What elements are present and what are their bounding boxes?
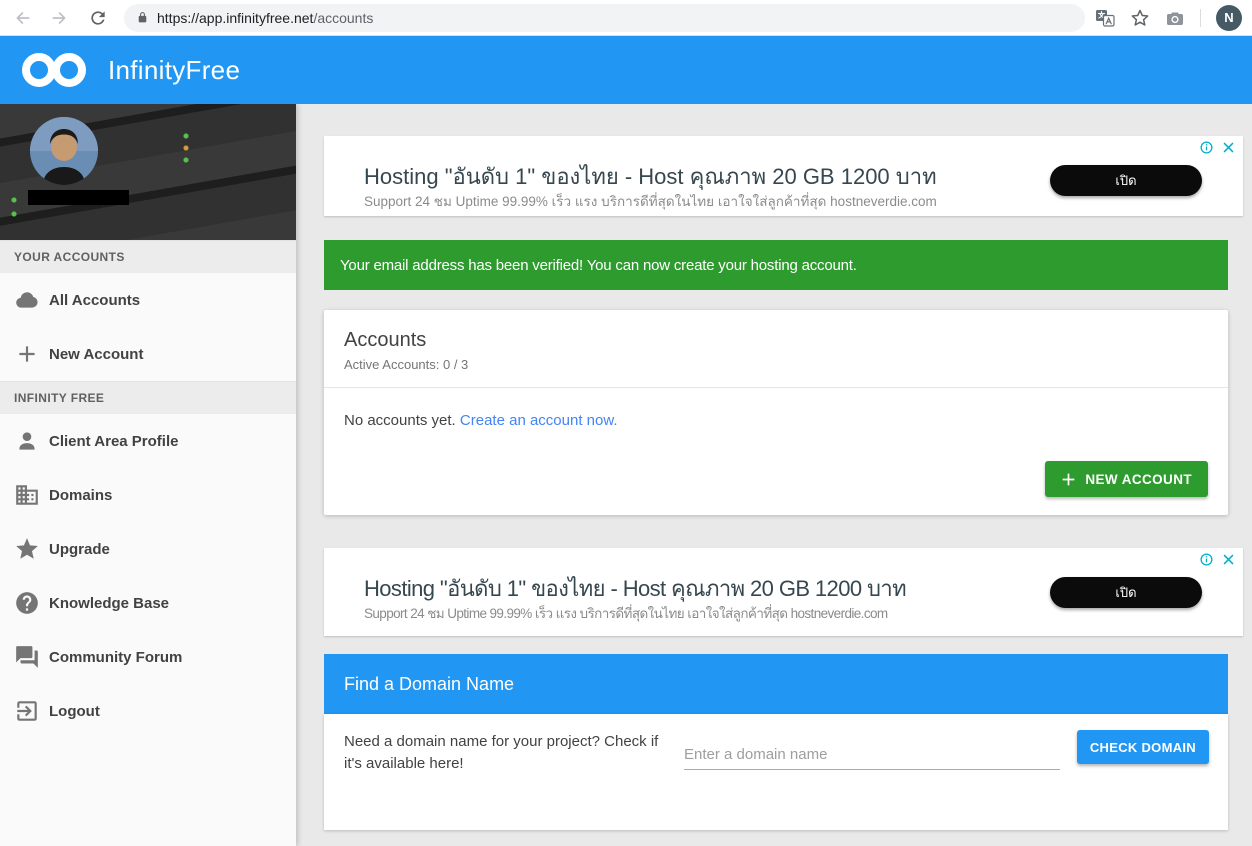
main-content: Hosting "อันดับ 1" ของไทย - Host คุณภาพ … xyxy=(296,104,1252,846)
lock-icon xyxy=(136,10,149,25)
ad-description[interactable]: Support 24 ชม Uptime 99.99% เร็ว แรง บริ… xyxy=(364,190,937,212)
sidebar-item-domains[interactable]: Domains xyxy=(0,468,296,522)
ad-description[interactable]: Support 24 ชม Uptime 99.99% เร็ว แรง บริ… xyxy=(364,602,888,624)
app-header: InfinityFree xyxy=(0,36,1252,104)
plus-icon xyxy=(1061,472,1076,487)
new-account-button[interactable]: NEW ACCOUNT xyxy=(1045,461,1208,497)
card-divider xyxy=(324,387,1228,388)
sidebar-section-your-accounts: YOUR ACCOUNTS xyxy=(0,240,296,273)
browser-profile-avatar[interactable]: N xyxy=(1216,5,1242,31)
brand-name[interactable]: InfinityFree xyxy=(108,55,240,86)
new-account-button-label: NEW ACCOUNT xyxy=(1085,472,1192,487)
find-domain-card: Need a domain name for your project? Che… xyxy=(324,714,1228,830)
forward-icon[interactable] xyxy=(50,8,70,28)
sidebar-item-label: Upgrade xyxy=(49,541,110,558)
sidebar-item-label: New Account xyxy=(49,346,143,363)
star-icon xyxy=(14,536,40,562)
infinity-logo-icon[interactable] xyxy=(18,49,94,91)
sidebar-item-label: Knowledge Base xyxy=(49,595,169,612)
sidebar-item-label: Logout xyxy=(49,703,100,720)
ad-close-icon[interactable] xyxy=(1222,141,1235,154)
section-label: INFINITY FREE xyxy=(14,391,104,405)
no-accounts-text: No accounts yet. Create an account now. xyxy=(344,412,618,429)
active-accounts-count: Active Accounts: 0 / 3 xyxy=(344,357,468,372)
app-window: https://app.infinityfree.net/accounts N xyxy=(0,0,1252,846)
url-host: https://app.infinityfree.net xyxy=(157,10,313,26)
translate-icon[interactable] xyxy=(1095,8,1115,28)
help-icon xyxy=(14,590,40,616)
redacted-username xyxy=(28,190,129,205)
domain-icon xyxy=(14,482,40,508)
ad-open-button[interactable]: เปิด xyxy=(1050,165,1202,196)
ad-banner-bottom[interactable]: Hosting "อันดับ 1" ของไทย - Host คุณภาพ … xyxy=(324,548,1243,636)
ad-banner-top[interactable]: Hosting "อันดับ 1" ของไทย - Host คุณภาพ … xyxy=(324,136,1243,216)
alert-message: Your email address has been verified! Yo… xyxy=(340,257,857,274)
url-text: https://app.infinityfree.net/accounts xyxy=(157,10,373,26)
browser-actions: N xyxy=(1095,5,1242,31)
url-path: /accounts xyxy=(313,10,373,26)
ad-info-icon[interactable] xyxy=(1200,141,1213,154)
sidebar-section-infinity-free: INFINITY FREE xyxy=(0,381,296,414)
find-domain-title: Find a Domain Name xyxy=(344,674,514,695)
ad-title[interactable]: Hosting "อันดับ 1" ของไทย - Host คุณภาพ … xyxy=(364,159,937,194)
sidebar-item-label: All Accounts xyxy=(49,292,140,309)
browser-nav-buttons xyxy=(12,8,108,28)
domain-prompt-text: Need a domain name for your project? Che… xyxy=(344,731,674,775)
profile-banner xyxy=(0,104,296,240)
sidebar-item-all-accounts[interactable]: All Accounts xyxy=(0,273,296,327)
toolbar-divider xyxy=(1200,9,1201,27)
sidebar-item-new-account[interactable]: New Account xyxy=(0,327,296,381)
logout-icon xyxy=(14,698,40,724)
plus-icon xyxy=(14,341,40,367)
email-verified-alert: Your email address has been verified! Yo… xyxy=(324,240,1228,290)
sidebar-item-upgrade[interactable]: Upgrade xyxy=(0,522,296,576)
profile-photo[interactable] xyxy=(30,117,98,185)
sidebar-item-client-area-profile[interactable]: Client Area Profile xyxy=(0,414,296,468)
forum-icon xyxy=(14,644,40,670)
ad-info-icon[interactable] xyxy=(1200,553,1213,566)
sidebar-item-label: Domains xyxy=(49,487,112,504)
ad-title[interactable]: Hosting "อันดับ 1" ของไทย - Host คุณภาพ … xyxy=(364,571,906,606)
back-icon[interactable] xyxy=(12,8,32,28)
create-account-link[interactable]: Create an account now. xyxy=(460,412,618,429)
accounts-card-title: Accounts xyxy=(344,329,426,352)
domain-name-input[interactable] xyxy=(684,740,1060,770)
sidebar: YOUR ACCOUNTS All Accounts New Account I… xyxy=(0,104,296,846)
ad-controls xyxy=(1200,553,1235,566)
ad-controls xyxy=(1200,141,1235,154)
sidebar-item-knowledge-base[interactable]: Knowledge Base xyxy=(0,576,296,630)
cloud-icon xyxy=(14,287,40,313)
sidebar-item-label: Community Forum xyxy=(49,649,182,666)
find-domain-header: Find a Domain Name xyxy=(324,654,1228,714)
ad-open-button[interactable]: เปิด xyxy=(1050,577,1202,608)
address-bar[interactable]: https://app.infinityfree.net/accounts xyxy=(124,4,1085,32)
sidebar-item-community-forum[interactable]: Community Forum xyxy=(0,630,296,684)
sidebar-item-label: Client Area Profile xyxy=(49,433,178,450)
sidebar-item-logout[interactable]: Logout xyxy=(0,684,296,738)
camera-icon[interactable] xyxy=(1165,8,1185,28)
browser-toolbar: https://app.infinityfree.net/accounts N xyxy=(0,0,1252,36)
accounts-card: Accounts Active Accounts: 0 / 3 No accou… xyxy=(324,310,1228,515)
refresh-icon[interactable] xyxy=(88,8,108,28)
empty-state-text: No accounts yet. xyxy=(344,412,456,429)
check-domain-button[interactable]: CHECK DOMAIN xyxy=(1077,730,1209,764)
ad-close-icon[interactable] xyxy=(1222,553,1235,566)
bookmark-star-icon[interactable] xyxy=(1130,8,1150,28)
section-label: YOUR ACCOUNTS xyxy=(14,250,125,264)
person-icon xyxy=(14,428,40,454)
